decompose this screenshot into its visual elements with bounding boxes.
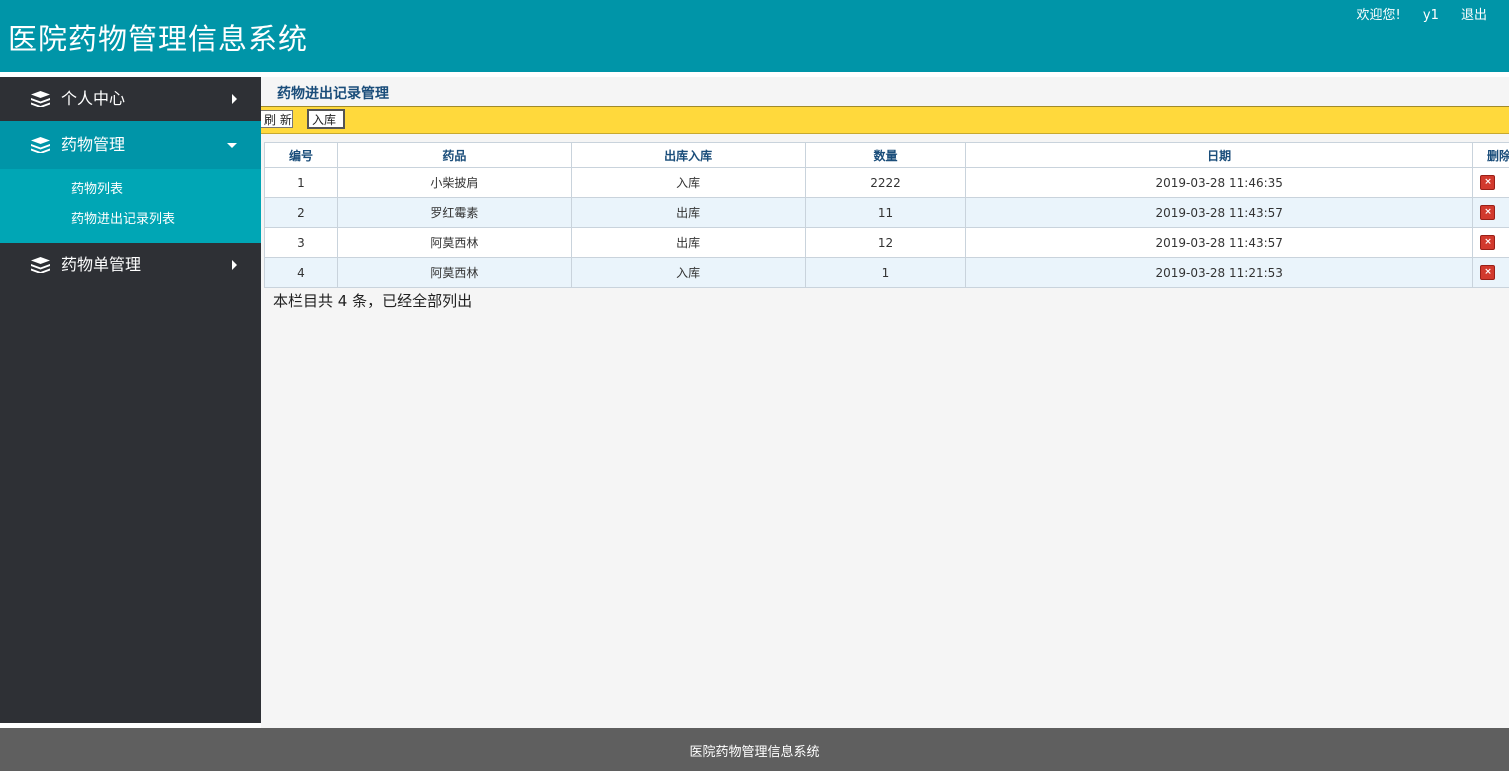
app-title: 医院药物管理信息系统: [8, 16, 308, 58]
page-title: 药物进出记录管理: [277, 83, 389, 103]
toolbar: 刷 新 入库: [261, 106, 1509, 134]
table-header-row: 编号 药品 出库入库 数量 日期 删除: [265, 143, 1509, 168]
cell-drug: 小柴披肩: [337, 168, 571, 198]
cell-drug: 罗红霉素: [337, 198, 571, 228]
table-row: 1 小柴披肩 入库 2222 2019-03-28 11:46:35 ×: [265, 168, 1509, 198]
submenu-drug-management: 药物列表 药物进出记录列表: [0, 169, 261, 243]
column-header-date: 日期: [966, 143, 1473, 168]
column-header-quantity: 数量: [805, 143, 966, 168]
column-header-type: 出库入库: [571, 143, 805, 168]
caret-right-icon: [232, 94, 237, 104]
cell-date: 2019-03-28 11:43:57: [966, 228, 1473, 258]
sidebar-item-personal-center[interactable]: 个人中心: [0, 77, 261, 121]
sidebar-item-label: 药物单管理: [61, 255, 141, 274]
submenu-item-drug-records[interactable]: 药物进出记录列表: [0, 205, 261, 235]
sidebar-item-drug-management[interactable]: 药物管理: [0, 121, 261, 169]
cell-date: 2019-03-28 11:21:53: [966, 258, 1473, 288]
cell-quantity: 2222: [805, 168, 966, 198]
cell-type: 出库: [571, 198, 805, 228]
main-content: 药物进出记录管理 刷 新 入库 编号 药品 出库入库 数量 日期 删除 1: [261, 77, 1509, 728]
cell-delete: ×: [1472, 168, 1509, 198]
delete-icon[interactable]: ×: [1480, 205, 1495, 220]
cell-delete: ×: [1472, 228, 1509, 258]
app-header: 医院药物管理信息系统 欢迎您! y1 退出: [0, 0, 1509, 72]
delete-icon[interactable]: ×: [1480, 175, 1495, 190]
cell-type: 出库: [571, 228, 805, 258]
stack-icon: [31, 91, 50, 107]
submenu-item-drug-list[interactable]: 药物列表: [0, 175, 261, 205]
user-bar: 欢迎您! y1 退出: [1339, 4, 1487, 23]
cell-quantity: 12: [805, 228, 966, 258]
sidebar-item-label: 个人中心: [61, 89, 125, 108]
refresh-button[interactable]: 刷 新: [261, 110, 293, 128]
column-header-id: 编号: [265, 143, 338, 168]
sidebar: 个人中心 药物管理 药物列表 药物进出记录列表 药物单管理: [0, 77, 261, 723]
stock-in-button[interactable]: 入库: [307, 109, 345, 129]
cell-id: 4: [265, 258, 338, 288]
cell-id: 2: [265, 198, 338, 228]
sidebar-item-drug-order-management[interactable]: 药物单管理: [0, 243, 261, 287]
delete-icon[interactable]: ×: [1480, 265, 1495, 280]
cell-delete: ×: [1472, 258, 1509, 288]
cell-drug: 阿莫西林: [337, 258, 571, 288]
cell-id: 3: [265, 228, 338, 258]
column-header-delete: 删除: [1472, 143, 1509, 168]
cell-type: 入库: [571, 258, 805, 288]
stack-icon: [31, 257, 50, 273]
delete-icon[interactable]: ×: [1480, 235, 1495, 250]
records-table: 编号 药品 出库入库 数量 日期 删除 1 小柴披肩 入库 2222 2019-…: [264, 142, 1509, 288]
cell-quantity: 1: [805, 258, 966, 288]
cell-quantity: 11: [805, 198, 966, 228]
cell-type: 入库: [571, 168, 805, 198]
stack-icon: [31, 137, 50, 153]
cell-id: 1: [265, 168, 338, 198]
cell-date: 2019-03-28 11:46:35: [966, 168, 1473, 198]
record-count-summary: 本栏目共 4 条，已经全部列出: [273, 290, 472, 311]
sidebar-item-label: 药物管理: [61, 135, 125, 154]
welcome-text: 欢迎您!: [1357, 8, 1401, 23]
column-header-drug: 药品: [337, 143, 571, 168]
footer-text: 医院药物管理信息系统: [689, 745, 819, 760]
cell-delete: ×: [1472, 198, 1509, 228]
footer: 医院药物管理信息系统: [0, 728, 1509, 771]
table-row: 4 阿莫西林 入库 1 2019-03-28 11:21:53 ×: [265, 258, 1509, 288]
caret-down-icon: [227, 143, 237, 148]
table-row: 2 罗红霉素 出库 11 2019-03-28 11:43:57 ×: [265, 198, 1509, 228]
table-row: 3 阿莫西林 出库 12 2019-03-28 11:43:57 ×: [265, 228, 1509, 258]
cell-date: 2019-03-28 11:43:57: [966, 198, 1473, 228]
logout-link[interactable]: 退出: [1461, 8, 1487, 23]
cell-drug: 阿莫西林: [337, 228, 571, 258]
username: y1: [1423, 8, 1439, 23]
caret-right-icon: [232, 260, 237, 270]
